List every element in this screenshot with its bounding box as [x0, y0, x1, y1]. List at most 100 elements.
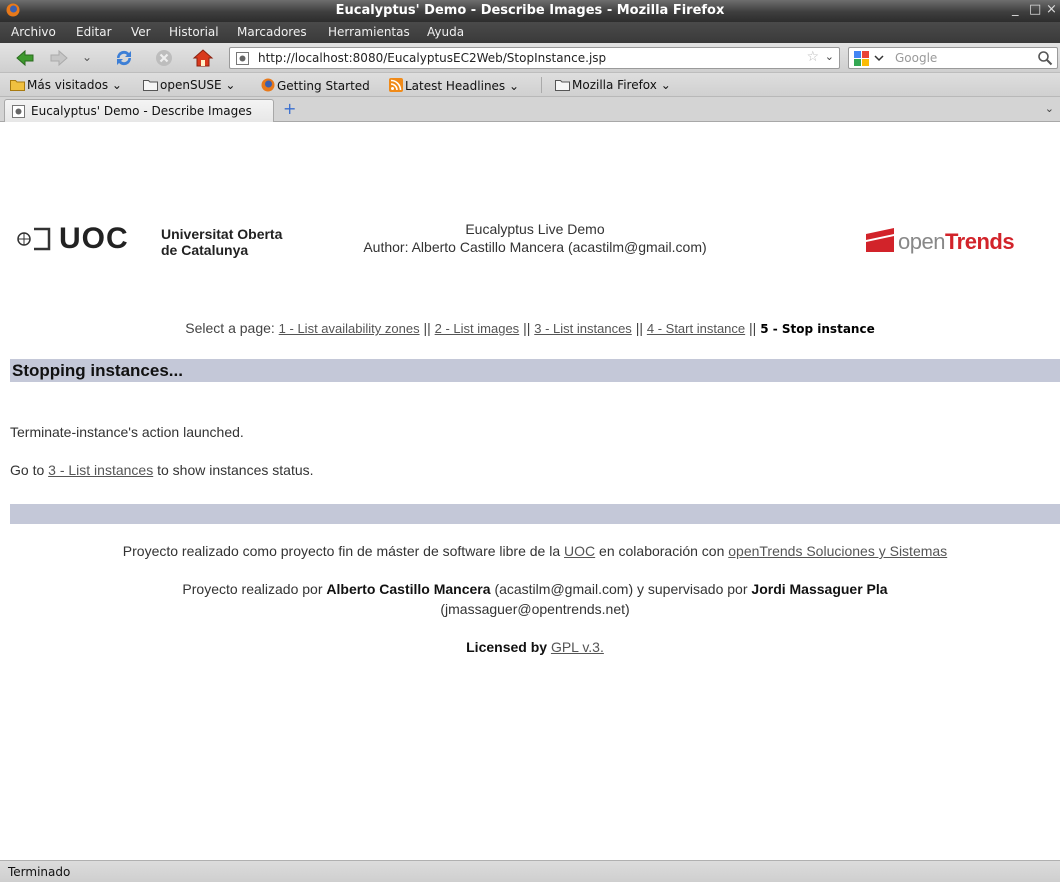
footer-opentrends-link[interactable]: openTrends Soluciones y Sistemas [728, 543, 947, 559]
uoc-name-line1: Universitat Oberta [161, 226, 283, 242]
opentrends-mark-icon [862, 226, 898, 257]
pagenav-separator: || [423, 320, 431, 336]
history-dropdown-icon[interactable]: ⌄ [82, 50, 104, 72]
bookmark-separator [541, 77, 542, 93]
menu-editar[interactable]: Editar [76, 25, 112, 39]
bookmark-mas-visitados[interactable]: Más visitados ⌄ [10, 78, 122, 94]
home-icon[interactable] [192, 47, 214, 69]
nav-link-list-images[interactable]: 2 - List images [435, 321, 520, 336]
bookmark-mozilla-firefox[interactable]: Mozilla Firefox ⌄ [555, 78, 671, 94]
window-title: Eucalyptus' Demo - Describe Images - Moz… [335, 3, 725, 18]
bookmark-label: Más visitados [27, 78, 109, 92]
opentrends-open: open [898, 229, 945, 254]
bookmark-star-icon[interactable]: ☆ [806, 49, 819, 65]
minimize-button[interactable]: _ [1012, 2, 1019, 17]
demo-title: Eucalyptus Live Demo [465, 221, 605, 237]
footer-supervisor-name: Jordi Massaguer Pla [751, 581, 888, 597]
firefox-icon [261, 78, 275, 95]
footer-line2-prefix: Proyecto realizado por [182, 581, 323, 597]
status-text: Terminado [8, 865, 71, 879]
forward-icon[interactable] [48, 47, 70, 69]
license-prefix: Licensed by [466, 639, 548, 655]
reload-icon[interactable] [113, 47, 135, 69]
stop-icon[interactable] [153, 47, 175, 69]
nav-link-list-zones[interactable]: 1 - List availability zones [279, 321, 420, 336]
uoc-mark-icon [15, 227, 51, 254]
chevron-down-icon: ⌄ [509, 79, 520, 93]
goto-line: Go to 3 - List instances to show instanc… [10, 462, 314, 478]
nav-link-start-instance[interactable]: 4 - Start instance [647, 321, 745, 336]
bookmark-latest-headlines[interactable]: Latest Headlines ⌄ [389, 78, 519, 95]
status-message: Terminate-instance's action launched. [10, 424, 244, 440]
navigation-toolbar: ⌄ http://localhost:8080/EucalyptusEC2Web… [0, 43, 1060, 73]
pagenav-prefix: Select a page: [185, 320, 275, 336]
tab-strip: Eucalyptus' Demo - Describe Images + ⌄ [0, 97, 1060, 122]
footer-line2-mid: (acastilm@gmail.com) y supervisado por [494, 581, 748, 597]
nav-link-list-instances[interactable]: 3 - List instances [534, 321, 632, 336]
search-placeholder: Google [895, 51, 938, 65]
url-bar[interactable]: http://localhost:8080/EucalyptusEC2Web/S… [229, 47, 840, 69]
menu-archivo[interactable]: Archivo [11, 25, 56, 39]
nav-current-stop-instance: 5 - Stop instance [760, 322, 875, 336]
goto-list-instances-link[interactable]: 3 - List instances [48, 462, 153, 478]
back-icon[interactable] [14, 47, 36, 69]
menu-ver[interactable]: Ver [131, 25, 151, 39]
footer-credits: Proyecto realizado por Alberto Castillo … [0, 579, 1060, 619]
close-button[interactable]: × [1046, 2, 1057, 17]
window-titlebar[interactable]: Eucalyptus' Demo - Describe Images - Moz… [0, 0, 1060, 22]
pagenav-separator: || [635, 320, 643, 336]
page-favicon-icon [12, 105, 25, 121]
bookmarks-toolbar: Más visitados ⌄ openSUSE ⌄ Getting Start… [0, 73, 1060, 97]
google-engine-icon[interactable] [853, 50, 891, 69]
opentrends-trends: Trends [944, 229, 1015, 254]
uoc-logo-text: UOC [59, 222, 129, 255]
menu-marcadores[interactable]: Marcadores [237, 25, 307, 39]
section-heading: Stopping instances... [10, 359, 1060, 382]
tab-eucalyptus-demo[interactable]: Eucalyptus' Demo - Describe Images [4, 99, 274, 122]
bookmark-getting-started[interactable]: Getting Started [261, 78, 370, 95]
footer-project-line: Proyecto realizado como proyecto fin de … [0, 541, 1060, 561]
goto-prefix: Go to [10, 462, 45, 478]
url-dropdown-icon[interactable]: ⌄ [825, 50, 834, 63]
maximize-button[interactable]: □ [1029, 2, 1041, 17]
menu-historial[interactable]: Historial [169, 25, 219, 39]
new-tab-button[interactable]: + [283, 99, 296, 118]
menu-bar: Archivo Editar Ver Historial Marcadores … [0, 22, 1060, 43]
page-navigation: Select a page: 1 - List availability zon… [0, 320, 1060, 336]
footer-supervisor-email: (jmassaguer@opentrends.net) [440, 601, 630, 617]
footer-divider-bar [10, 504, 1060, 524]
chevron-down-icon: ⌄ [111, 78, 122, 92]
page-favicon-icon [236, 52, 249, 68]
uoc-name-line2: de Catalunya [161, 242, 249, 258]
folder-icon [555, 79, 570, 94]
footer-uoc-link[interactable]: UOC [564, 543, 595, 559]
bookmark-label: openSUSE [160, 78, 222, 92]
rss-icon [389, 78, 403, 95]
search-icon[interactable] [1037, 50, 1053, 69]
tab-list-dropdown-icon[interactable]: ⌄ [1045, 102, 1054, 115]
footer-line1-prefix: Proyecto realizado como proyecto fin de … [122, 543, 561, 559]
bookmark-opensuse[interactable]: openSUSE ⌄ [143, 78, 235, 94]
footer-author-name: Alberto Castillo Mancera [326, 581, 491, 597]
tab-label: Eucalyptus' Demo - Describe Images [31, 104, 252, 118]
chevron-down-icon: ⌄ [660, 78, 671, 92]
chevron-down-icon: ⌄ [225, 78, 236, 92]
status-bar: Terminado [0, 860, 1060, 882]
bookmark-label: Getting Started [277, 79, 370, 93]
uoc-full-name: Universitat Oberta de Catalunya [161, 226, 331, 258]
footer-line1-mid: en colaboración con [599, 543, 725, 559]
search-box[interactable]: Google [848, 47, 1058, 69]
author-line: Author: Alberto Castillo Mancera (acasti… [363, 239, 707, 255]
menu-herramientas[interactable]: Herramientas [328, 25, 410, 39]
footer-license: Licensed by GPL v.3. [0, 637, 1060, 657]
opentrends-wordmark: openTrends [898, 229, 1015, 255]
pagenav-separator: || [749, 320, 757, 336]
menu-ayuda[interactable]: Ayuda [427, 25, 464, 39]
license-gpl-link[interactable]: GPL v.3. [551, 639, 604, 655]
bookmark-label: Mozilla Firefox [572, 78, 657, 92]
demo-header: Eucalyptus Live Demo Author: Alberto Cas… [330, 220, 740, 256]
opentrends-logo: openTrends [862, 224, 1052, 256]
goto-suffix: to show instances status. [157, 462, 314, 478]
url-text: http://localhost:8080/EucalyptusEC2Web/S… [258, 51, 607, 65]
bookmark-label: Latest Headlines [405, 79, 506, 93]
